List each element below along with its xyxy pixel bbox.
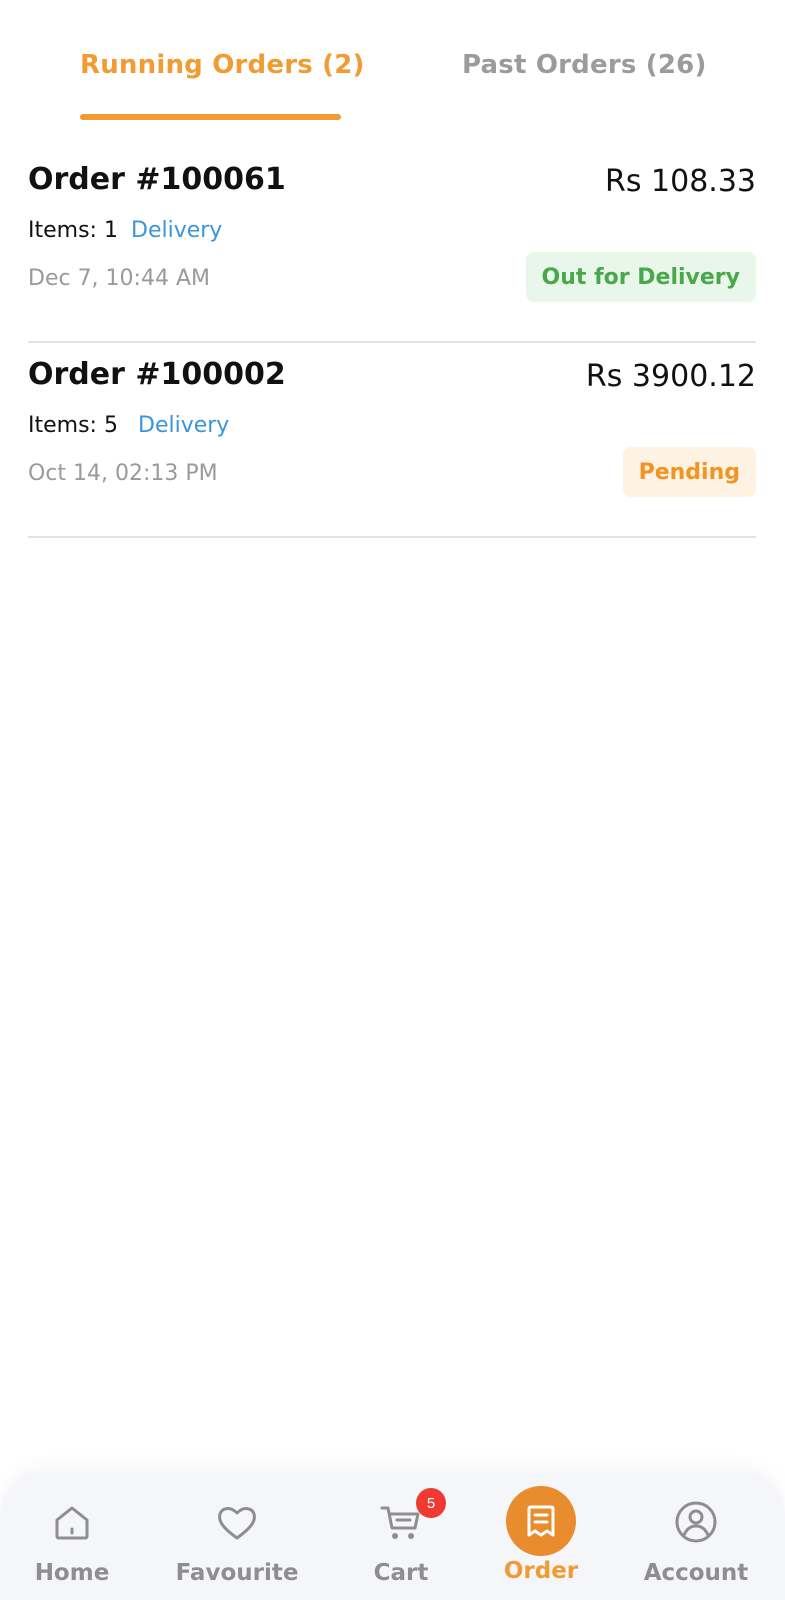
- status-badge: Pending: [622, 447, 756, 497]
- order-tabs: Running Orders (2) Past Orders (26): [0, 0, 785, 122]
- nav-item-favourite[interactable]: Favourite: [162, 1472, 312, 1600]
- order-total: Rs 3900.12: [585, 359, 756, 394]
- nav-item-cart[interactable]: 5 Cart: [326, 1472, 476, 1600]
- cart-count-badge: 5: [416, 1488, 446, 1518]
- order-number: Order #100002: [28, 357, 286, 392]
- order-delivery-type: Delivery: [138, 413, 230, 438]
- order-date: Oct 14, 02:13 PM: [28, 461, 218, 486]
- nav-label-home: Home: [34, 1560, 110, 1586]
- nav-item-order[interactable]: Order: [466, 1472, 616, 1600]
- nav-item-home[interactable]: Home: [0, 1472, 147, 1600]
- order-total: Rs 108.33: [605, 164, 756, 199]
- order-date: Dec 7, 10:44 AM: [28, 266, 210, 291]
- order-item-count: Items: 5: [28, 413, 118, 438]
- order-list: Order #100061 Rs 108.33 Items: 1 Deliver…: [28, 148, 756, 538]
- nav-label-favourite: Favourite: [175, 1560, 299, 1586]
- active-tab-indicator: [80, 114, 341, 120]
- home-icon: [55, 1506, 89, 1540]
- order-item-count: Items: 1: [28, 218, 118, 243]
- order-number: Order #100061: [28, 162, 286, 197]
- user-circle-icon: [675, 1501, 717, 1543]
- nav-label-cart: Cart: [373, 1560, 429, 1586]
- order-card[interactable]: Order #100061 Rs 108.33 Items: 1 Deliver…: [28, 148, 756, 343]
- heart-icon: [218, 1507, 256, 1540]
- nav-label-account: Account: [643, 1560, 749, 1586]
- orders-screen: Running Orders (2) Past Orders (26) Orde…: [0, 0, 785, 1600]
- tab-past-orders[interactable]: Past Orders (26): [462, 50, 707, 122]
- nav-item-account[interactable]: Account: [621, 1472, 771, 1600]
- bottom-navigation: Home Favourite 5 Cart Order Account: [0, 1472, 785, 1600]
- nav-label-order: Order: [503, 1558, 579, 1584]
- status-badge: Out for Delivery: [525, 252, 756, 302]
- receipt-icon: [527, 1505, 555, 1537]
- order-delivery-type: Delivery: [131, 218, 223, 243]
- active-nav-bubble: [506, 1486, 576, 1556]
- tab-running-orders[interactable]: Running Orders (2): [80, 50, 365, 122]
- order-card[interactable]: Order #100002 Rs 3900.12 Items: 5 Delive…: [28, 343, 756, 538]
